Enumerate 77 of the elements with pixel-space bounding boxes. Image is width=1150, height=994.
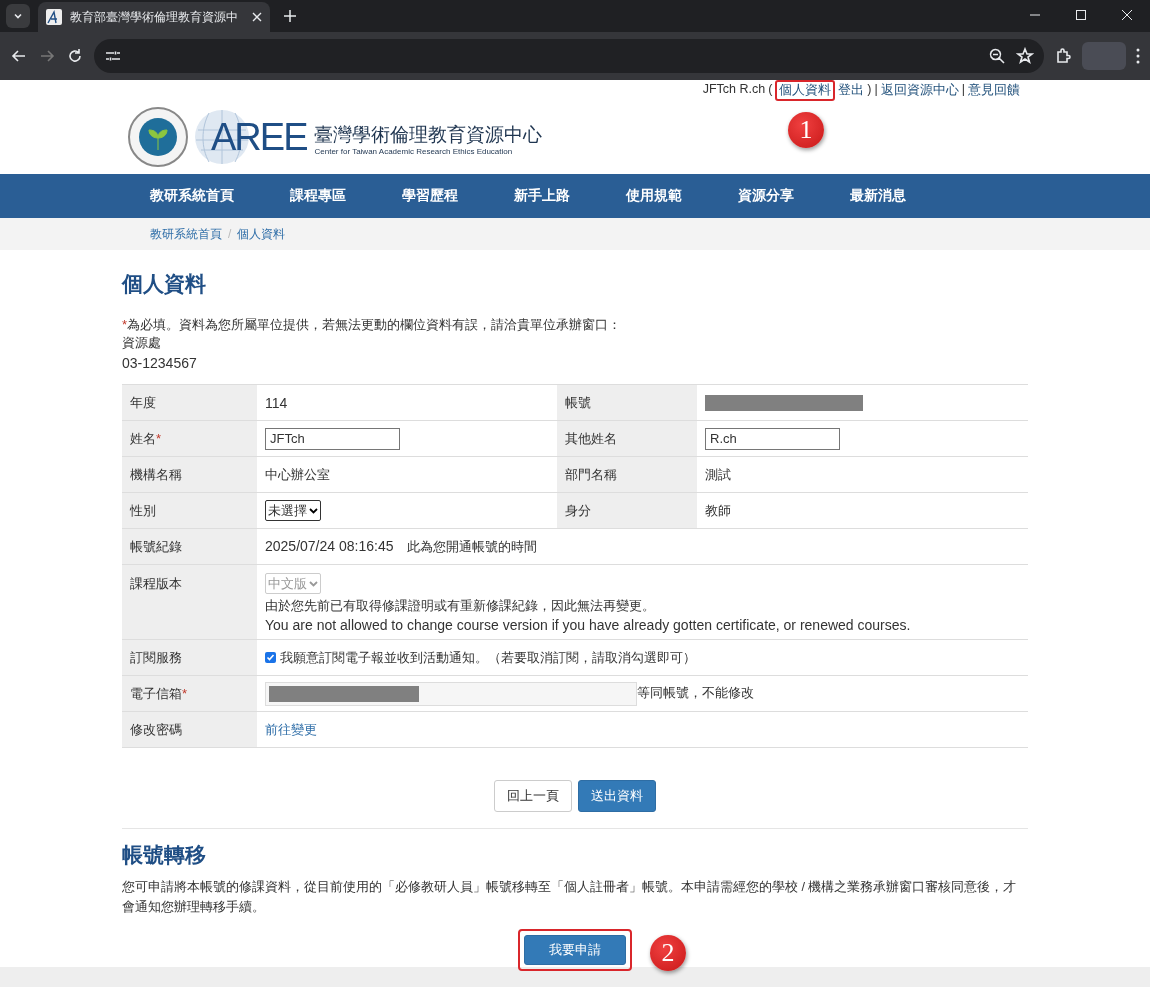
nav-link[interactable]: 課程專區 <box>290 187 402 205</box>
field-label: 身分 <box>565 502 591 518</box>
header-link[interactable]: 個人資料 <box>779 83 832 97</box>
field-label: 修改密碼 <box>130 721 182 737</box>
new-tab-icon[interactable] <box>284 10 296 22</box>
caret-icon <box>309 580 318 587</box>
text-input-field[interactable]: JFTch <box>265 427 400 450</box>
field-label: 電子信箱* <box>130 685 188 701</box>
user-text: | <box>874 82 878 98</box>
section-title: 帳號轉移 <box>122 842 207 868</box>
text-input-field[interactable]: R.ch <box>705 427 840 450</box>
field-label: 性別 <box>130 502 156 518</box>
dropdown-select: 中文版 <box>265 573 321 594</box>
submit-button[interactable]: 送出資料 <box>578 780 656 812</box>
header-link[interactable]: 意見回饋 <box>968 82 1020 99</box>
back-button[interactable]: 回上一頁 <box>494 780 572 812</box>
field-value: 114 <box>265 394 288 411</box>
breadcrumb-link[interactable]: 個人資料 <box>237 225 286 243</box>
caret-icon <box>13 11 23 21</box>
breadcrumb-link[interactable]: 教研系統首頁 <box>150 225 222 243</box>
logo-wordmark: AREE <box>211 118 307 156</box>
menu-icon[interactable] <box>1136 48 1140 64</box>
extensions-icon[interactable] <box>1054 47 1072 65</box>
nav-link[interactable]: 使用規範 <box>626 187 738 205</box>
field-value: 2025/07/24 08:16:45 <box>265 537 394 554</box>
annotation-badge: 2 <box>650 935 686 971</box>
header-link[interactable]: 登出 <box>838 82 865 99</box>
field-label: 年度 <box>130 394 156 410</box>
field-note: You are not allowed to change course version if you have already gotten certificate, or renewed courses. <box>265 617 912 633</box>
field-value: 教師 <box>705 502 731 518</box>
field-label: 機構名稱 <box>130 466 182 482</box>
user-text: ) <box>867 82 872 98</box>
zoom-icon[interactable] <box>988 47 1006 65</box>
header-link[interactable]: 返回資源中心 <box>880 82 959 99</box>
caret-icon <box>309 507 318 514</box>
field-value: 中心辦公室 <box>265 466 330 482</box>
reload-icon[interactable] <box>66 47 84 65</box>
ministry-emblem-icon <box>127 106 189 168</box>
user-text: ( <box>768 82 773 98</box>
nav-link[interactable]: 資源分享 <box>738 187 850 205</box>
nav-link[interactable]: 教研系統首頁 <box>150 187 290 205</box>
field-label: 姓名* <box>130 430 162 446</box>
contact-phone: 03-1234567 <box>122 354 198 372</box>
field-label: 訂閱服務 <box>130 649 182 665</box>
field-label: 其他姓名 <box>565 430 617 446</box>
required-notice: *為必填。資料為您所屬單位提供，若無法更動的欄位資料有誤，請洽貴單位承辦窗口： <box>122 316 623 334</box>
user-text: | <box>961 82 965 98</box>
nav-link[interactable]: 新手上路 <box>514 187 626 205</box>
field-label: 帳號 <box>565 394 591 410</box>
nav-link[interactable]: 最新消息 <box>850 187 962 205</box>
contact-unit: 資源處 <box>122 334 162 352</box>
page-title: 個人資料 <box>122 271 207 297</box>
checkbox-label: 我願意訂閱電子報並收到活動通知。（若要取消訂閱，請取消勾選即可） <box>280 648 696 667</box>
tab-list-button[interactable] <box>6 4 30 28</box>
user-text: JFTch R.ch <box>702 82 766 98</box>
checkbox[interactable] <box>265 652 276 663</box>
field-note: 此為您開通帳號的時間 <box>407 538 538 554</box>
close-icon[interactable] <box>252 12 262 22</box>
annotation-badge: 1 <box>788 112 824 148</box>
field-note: 由於您先前已有取得修課證明或有重新修課紀錄，因此無法再變更。 <box>265 597 656 615</box>
breadcrumb-separator: / <box>228 227 232 241</box>
field-label: 課程版本 <box>130 576 182 591</box>
transfer-description: 您可申請將本帳號的修課資料，從目前使用的「必修教研人員」帳號移轉至「個人註冊者」帳號。本申請需經您的學校 / 機構之業務承辦窗口審核同意後，才會通知您辦理轉移手續。 <box>122 879 1018 916</box>
bookmark-star-icon[interactable] <box>1016 47 1034 65</box>
field-label: 帳號紀錄 <box>130 538 182 554</box>
site-favicon-icon <box>46 9 62 25</box>
site-title: 臺灣學術倫理教育資源中心 <box>314 124 543 147</box>
field-value: 測試 <box>705 466 731 482</box>
apply-button[interactable]: 我要申請 <box>524 935 626 965</box>
change-password-link[interactable]: 前往變更 <box>265 721 317 737</box>
tab-title: 教育部臺灣學術倫理教育資源中 <box>70 8 239 26</box>
browser-tab[interactable]: 教育部臺灣學術倫理教育資源中 <box>38 2 270 32</box>
site-subtitle: Center for Taiwan Academic Research Ethics Education <box>314 146 514 156</box>
dropdown-select[interactable]: 未選擇 <box>265 500 321 521</box>
field-label: 部門名稱 <box>565 466 617 482</box>
nav-link[interactable]: 學習歷程 <box>402 187 514 205</box>
field-note: 等同帳號，不能修改 <box>637 684 754 700</box>
